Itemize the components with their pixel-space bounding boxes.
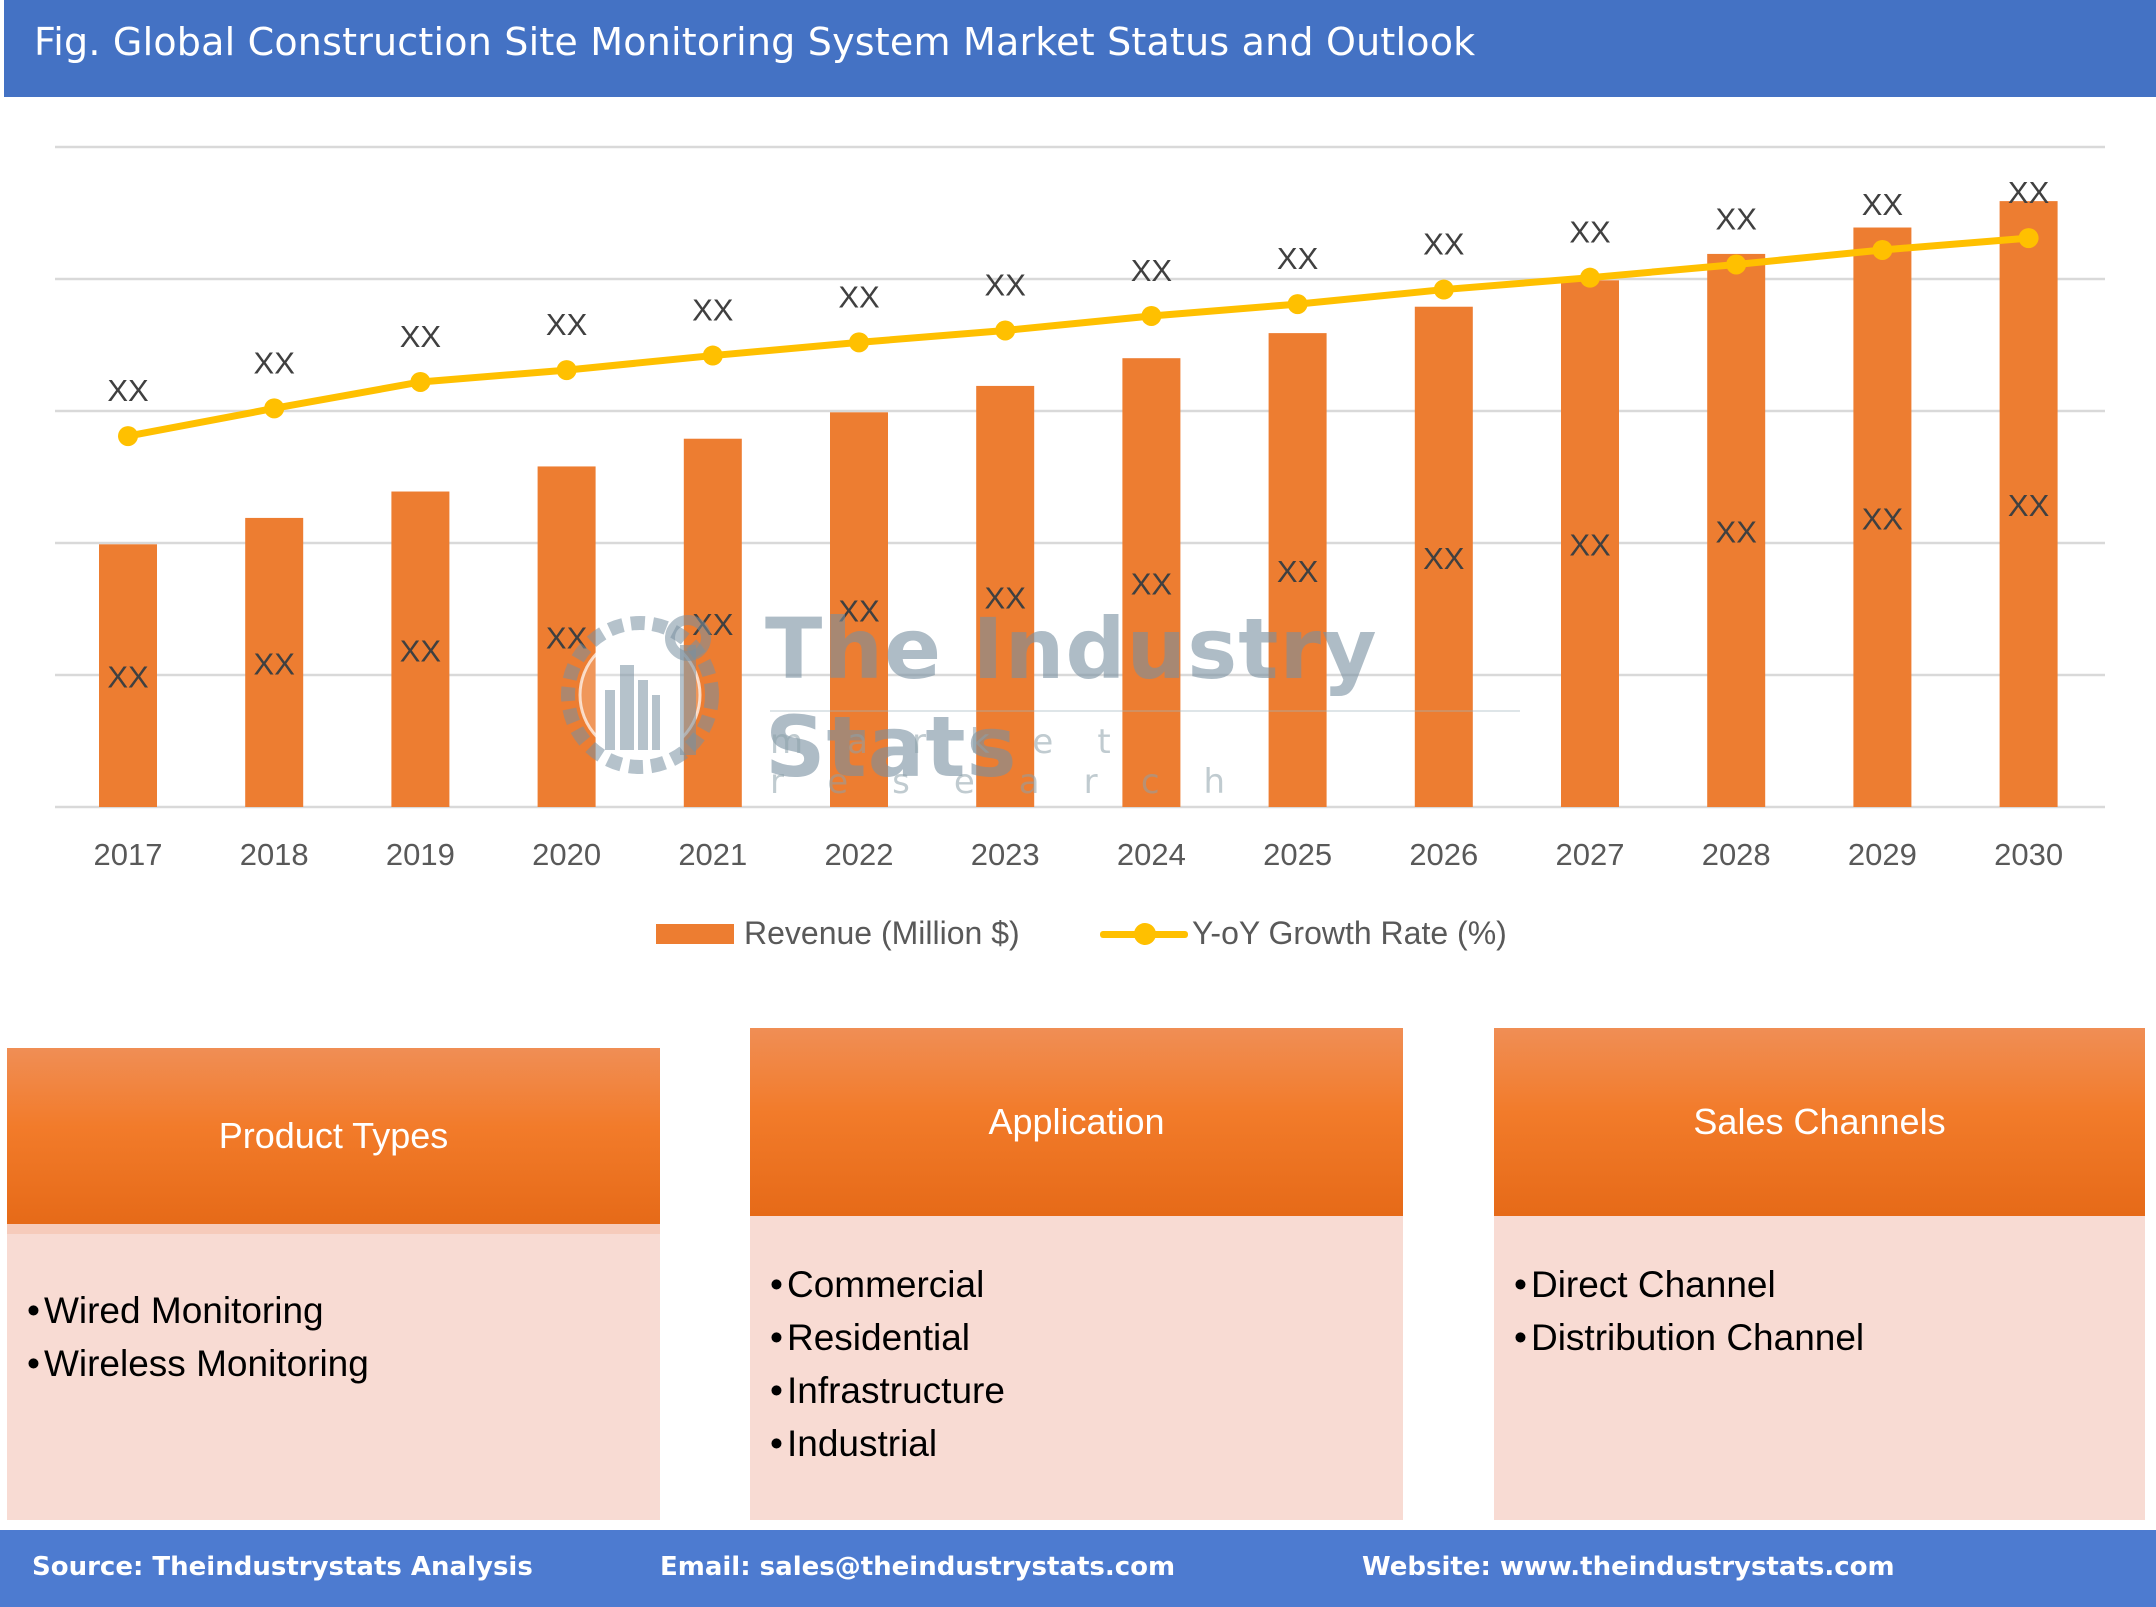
legend-label-growth: Y-oY Growth Rate (%) xyxy=(1192,915,1507,951)
x-tick-label: 2028 xyxy=(1702,837,1771,872)
growth-label-2024: XX xyxy=(1131,253,1173,288)
bar-label-2024: XX xyxy=(1131,567,1173,602)
bar-label-2022: XX xyxy=(838,594,880,629)
growth-label-2019: XX xyxy=(400,319,442,354)
growth-point-2027 xyxy=(1580,267,1600,288)
list-item: Residential xyxy=(770,1311,1005,1364)
legend-item-growth: Y-oY Growth Rate (%) xyxy=(1100,915,1507,952)
growth-label-2030: XX xyxy=(2008,175,2050,210)
growth-label-2018: XX xyxy=(254,345,296,380)
footer-bar: Source: Theindustrystats Analysis Email:… xyxy=(0,1530,2156,1607)
growth-point-2020 xyxy=(556,360,577,381)
chart-legend: Revenue (Million $) Y-oY Growth Rate (%) xyxy=(0,915,2156,965)
legend-bar-swatch-icon xyxy=(656,923,734,944)
list-item: Wireless Monitoring xyxy=(27,1337,369,1390)
panel-header-application: Application xyxy=(750,1028,1403,1216)
x-tick-label: 2025 xyxy=(1263,837,1332,872)
x-tick-label: 2020 xyxy=(532,837,601,872)
list-item: Commercial xyxy=(770,1258,1005,1311)
x-tick-label: 2029 xyxy=(1848,837,1917,872)
x-tick-label: 2024 xyxy=(1117,837,1186,872)
legend-line-marker-icon xyxy=(1100,922,1188,946)
growth-label-2026: XX xyxy=(1423,227,1465,262)
growth-point-2017 xyxy=(118,426,138,447)
bar-label-2023: XX xyxy=(985,580,1027,615)
panel-header-sales-channels: Sales Channels xyxy=(1494,1028,2145,1216)
legend-item-revenue: Revenue (Million $) xyxy=(656,915,1020,952)
bar-label-2017: XX xyxy=(107,660,149,695)
panel-application: Application Commercial Residential Infra… xyxy=(750,1028,1403,1520)
growth-point-2025 xyxy=(1287,294,1308,315)
list-item: Direct Channel xyxy=(1514,1258,1864,1311)
bar-label-2030: XX xyxy=(2008,488,2050,523)
growth-label-2021: XX xyxy=(692,293,734,328)
growth-point-2029 xyxy=(1872,239,1893,260)
x-tick-label: 2018 xyxy=(240,837,309,872)
growth-point-2026 xyxy=(1433,279,1454,300)
panel-sales-channels: Sales Channels Direct Channel Distributi… xyxy=(1494,1028,2145,1520)
panel-list-product-types: Wired Monitoring Wireless Monitoring xyxy=(27,1284,369,1390)
growth-label-2020: XX xyxy=(546,307,588,342)
bar-label-2029: XX xyxy=(1862,501,1904,536)
x-axis-ticks: 2017 2018 2019 2020 2021 2022 2023 2024 2025 2026… xyxy=(94,837,2064,872)
revenue-bars xyxy=(99,201,2058,808)
growth-label-2029: XX xyxy=(1862,187,1904,222)
x-tick-label: 2022 xyxy=(825,837,894,872)
title-bar: Fig. Global Construction Site Monitoring… xyxy=(4,0,2156,97)
panel-list-application: Commercial Residential Infrastructure In… xyxy=(770,1258,1005,1470)
panel-header-shadow xyxy=(7,1224,660,1234)
revenue-growth-chart: XX XX XX XX XX XX XX XX XX XX XX XX XX XX XX XX XX XX XX X… xyxy=(55,145,2105,872)
bar-label-2026: XX xyxy=(1423,541,1465,576)
growth-label-2028: XX xyxy=(1716,201,1758,236)
legend-label-revenue: Revenue (Million $) xyxy=(744,915,1020,951)
footer-website-link[interactable]: Website: www.theindustrystats.com xyxy=(1362,1552,1895,1582)
growth-point-2028 xyxy=(1726,254,1747,275)
growth-point-2023 xyxy=(995,320,1016,341)
footer-email-link[interactable]: Email: sales@theindustrystats.com xyxy=(660,1552,1175,1582)
panel-list-sales-channels: Direct Channel Distribution Channel xyxy=(1514,1258,1864,1364)
growth-label-2022: XX xyxy=(838,279,880,314)
bar-label-2025: XX xyxy=(1277,554,1319,589)
gridlines xyxy=(55,145,2105,809)
growth-point-2021 xyxy=(702,345,723,366)
list-item: Distribution Channel xyxy=(1514,1311,1864,1364)
x-tick-label: 2026 xyxy=(1409,837,1478,872)
growth-point-2024 xyxy=(1141,305,1162,326)
x-tick-label: 2027 xyxy=(1556,837,1625,872)
panel-header-product-types: Product Types xyxy=(7,1048,660,1224)
x-tick-label: 2021 xyxy=(678,837,747,872)
bar-label-2027: XX xyxy=(1569,528,1611,563)
growth-label-2025: XX xyxy=(1277,241,1319,276)
x-tick-label: 2023 xyxy=(971,837,1040,872)
bar-label-2018: XX xyxy=(254,646,296,681)
bar-label-2020: XX xyxy=(546,621,588,656)
panel-product-types: Product Types Wired Monitoring Wireless … xyxy=(7,1048,660,1520)
growth-point-2030 xyxy=(2018,228,2039,249)
list-item: Wired Monitoring xyxy=(27,1284,369,1337)
bar-label-2028: XX xyxy=(1716,514,1758,549)
growth-label-2023: XX xyxy=(985,267,1027,302)
growth-point-2018 xyxy=(264,398,285,419)
bar-label-2021: XX xyxy=(692,607,734,642)
list-item: Infrastructure xyxy=(770,1364,1005,1417)
x-tick-label: 2030 xyxy=(1994,837,2063,872)
growth-point-2019 xyxy=(410,371,431,392)
x-tick-label: 2019 xyxy=(386,837,455,872)
growth-label-2027: XX xyxy=(1569,215,1611,250)
growth-label-2017: XX xyxy=(107,373,149,408)
x-tick-label: 2017 xyxy=(94,837,163,872)
bar-label-2019: XX xyxy=(400,633,442,668)
list-item: Industrial xyxy=(770,1417,1005,1470)
footer-source: Source: Theindustrystats Analysis xyxy=(32,1552,533,1582)
page-title: Fig. Global Construction Site Monitoring… xyxy=(34,20,1476,64)
growth-point-2022 xyxy=(849,332,869,353)
